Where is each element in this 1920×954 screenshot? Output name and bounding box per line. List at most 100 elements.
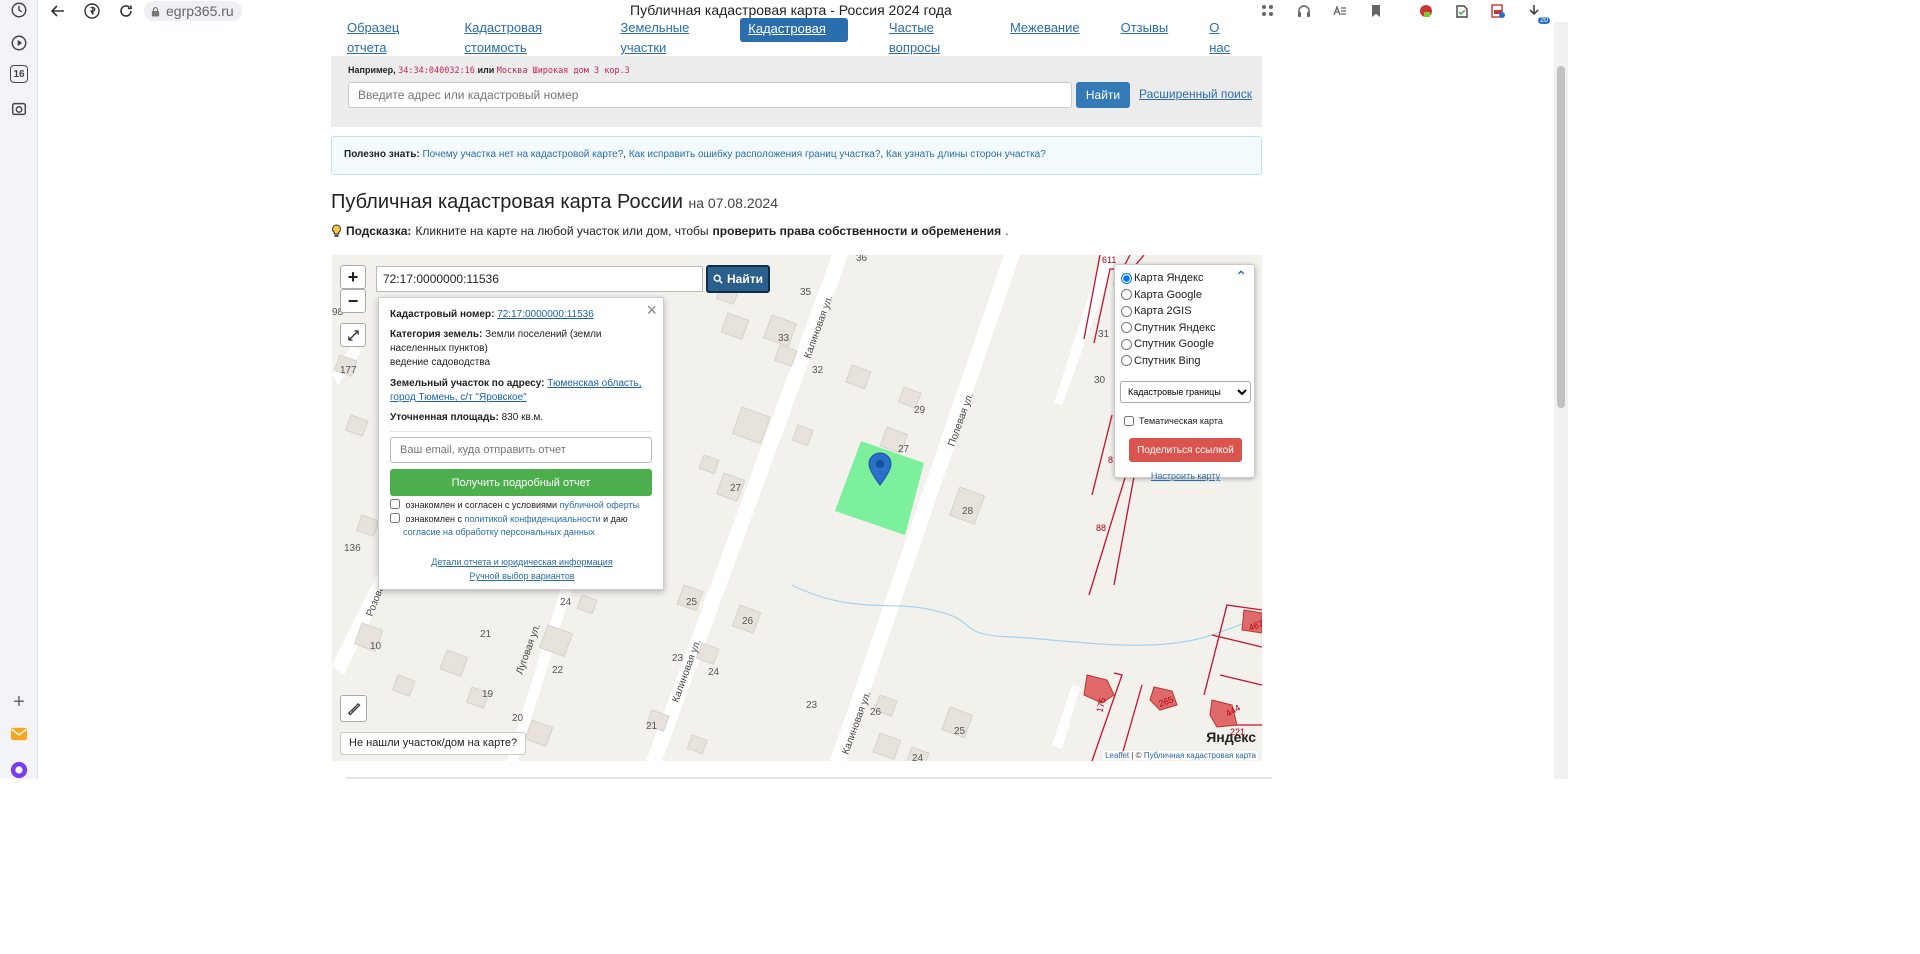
layer-option-5[interactable]: Спутник Bing (1121, 354, 1201, 368)
setup-map-link[interactable]: Настроить карту (1115, 471, 1256, 481)
house-number-label: 88 (1096, 523, 1106, 533)
house-number-label: 10 (370, 641, 382, 652)
map-search-button[interactable]: Найти (706, 265, 770, 293)
useful-link-1[interactable]: Почему участка нет на кадастровой карте? (422, 149, 623, 160)
area-label: Уточненная площадь: (390, 412, 499, 423)
cad-number-link[interactable]: 72:17:0000000:11536 (497, 309, 594, 320)
scrollbar-thumb[interactable] (1557, 66, 1565, 408)
house-number-label: 22 (552, 665, 564, 676)
mail-icon[interactable] (9, 724, 29, 744)
add-icon[interactable]: + (9, 691, 29, 713)
back-icon[interactable] (48, 1, 68, 21)
layer-option-2[interactable]: Карта 2GIS (1121, 304, 1192, 318)
zoom-out-button[interactable]: − (340, 289, 366, 313)
layer-radio-1[interactable] (1121, 289, 1132, 300)
privacy-checkbox[interactable] (390, 513, 400, 523)
house-number-label: 28 (962, 506, 974, 517)
useful-link-2[interactable]: Как исправить ошибку расположения границ… (629, 149, 881, 160)
camera-icon[interactable] (9, 99, 29, 119)
house-number-label: 30 (1094, 375, 1106, 386)
search-button[interactable]: Найти (1076, 82, 1130, 108)
useful-link-3[interactable]: Как узнать длины сторон участка? (886, 149, 1046, 160)
layer-option-4[interactable]: Спутник Google (1121, 337, 1214, 351)
house-number-label: 31 (1098, 329, 1110, 340)
parcel-info-popup: × Кадастровый номер: 72:17:0000000:11536… (378, 297, 664, 590)
zoom-in-button[interactable]: + (340, 265, 366, 289)
alice-icon[interactable] (9, 760, 29, 779)
ext-pdf-icon[interactable] (1488, 1, 1508, 21)
manual-select-link[interactable]: Ручной выбор вариантов (379, 571, 665, 581)
page-date: на 07.08.2024 (688, 195, 778, 211)
house-number-label: 35 (800, 287, 812, 298)
map-attribution: Leaflet | © Публичная кадастровая карта (1103, 751, 1258, 760)
land-category-label: Категория земель: (390, 329, 483, 340)
layer-label-3: Спутник Яндекс (1134, 321, 1216, 334)
nav-item-4[interactable]: Частые вопросы (889, 18, 969, 58)
personal-data-link[interactable]: согласие на обработку персональных данны… (403, 527, 595, 537)
overlay-select[interactable]: Кадастровые границы (1120, 381, 1251, 403)
offer-agree-row: ознакомлен и согласен с условиями публич… (390, 499, 652, 512)
layer-radio-5[interactable] (1121, 355, 1132, 366)
thematic-checkbox[interactable] (1124, 416, 1134, 426)
yandex-icon[interactable] (82, 1, 102, 21)
layer-radio-3[interactable] (1121, 322, 1132, 333)
nav-item-0[interactable]: Образец отчета (347, 18, 424, 58)
reader-icon[interactable] (1330, 1, 1350, 21)
pkk-link[interactable]: Публичная кадастровая карта (1144, 751, 1256, 760)
address-bar[interactable]: egrp365.ru (144, 1, 242, 21)
thematic-label: Тематическая карта (1139, 416, 1223, 426)
cad-number-label: Кадастровый номер: (390, 309, 495, 320)
not-found-button[interactable]: Не нашли участок/дом на карте? (340, 732, 527, 755)
headphones-icon[interactable] (1294, 1, 1314, 21)
ruler-icon[interactable] (340, 695, 367, 722)
thematic-map-toggle[interactable]: Тематическая карта (1124, 416, 1223, 426)
leaflet-link[interactable]: Leaflet (1105, 751, 1129, 760)
fullscreen-icon[interactable] (340, 323, 366, 347)
layer-radio-0[interactable] (1121, 272, 1132, 284)
email-input[interactable] (390, 437, 652, 463)
layer-option-3[interactable]: Спутник Яндекс (1121, 321, 1216, 335)
hint: Подсказка: Кликните на карте на любой уч… (331, 224, 1009, 238)
layer-label-4: Спутник Google (1134, 338, 1214, 350)
example-address: Москва Широкая дом 3 кор.3 (496, 66, 630, 76)
house-number-label: 25 (954, 726, 966, 737)
play-icon[interactable] (9, 33, 29, 53)
map-search-input[interactable] (376, 266, 703, 292)
nav-item-5[interactable]: Межевание (1010, 18, 1080, 38)
house-number-label: 24 (912, 753, 924, 761)
download-icon[interactable]: 20 (1524, 1, 1550, 24)
cadastral-map[interactable]: 36 35 33 32 31 30 29 27 27 28 177 136 98 24 25 26 21 22 23… (332, 255, 1262, 761)
nav-item-1[interactable]: Кадастровая стоимость (465, 18, 580, 58)
report-details-link[interactable]: Детали отчета и юридическая информация (379, 557, 665, 567)
bookmark-icon[interactable] (1366, 1, 1386, 21)
history-icon[interactable] (9, 0, 29, 20)
layer-radio-2[interactable] (1121, 305, 1132, 317)
hint-bold: проверить права собственности и обремене… (712, 224, 1002, 238)
offer-link[interactable]: публичной оферты (560, 500, 640, 510)
calendar-icon[interactable]: 16 (10, 65, 28, 83)
page-tab-title: Публичная кадастровая карта - Россия 202… (630, 2, 952, 18)
ext-red-icon[interactable] (1416, 1, 1436, 21)
nav-item-6[interactable]: Отзывы (1121, 18, 1169, 38)
advanced-search-link[interactable]: Расширенный поиск (1139, 87, 1252, 101)
street-label: Калиновая ул. (670, 638, 703, 704)
nav-item-2[interactable]: Земельные участки (620, 18, 715, 58)
share-link-button[interactable]: Поделиться ссылкой (1129, 438, 1242, 462)
ext-doc-icon[interactable] (1452, 1, 1472, 21)
layer-option-1[interactable]: Карта Google (1121, 288, 1202, 302)
chevron-up-icon[interactable]: ⌃ (1235, 268, 1247, 285)
land-category-row: Категория земель: Земли поселений (земли… (390, 328, 652, 370)
offer-checkbox[interactable] (390, 499, 400, 509)
page-scrollbar[interactable] (1554, 22, 1568, 779)
layer-option-0[interactable]: Карта Яндекс (1121, 271, 1203, 285)
reload-icon[interactable] (116, 1, 136, 21)
address-search-input[interactable] (348, 82, 1072, 108)
get-report-button[interactable]: Получить подробный отчет (390, 469, 652, 496)
privacy-link[interactable]: политикой конфиденциальности (465, 514, 601, 524)
layer-radio-4[interactable] (1121, 338, 1132, 350)
nav-item-3[interactable]: Кадастровая карта (740, 18, 848, 58)
browser-window: 16 + egrp365.ru Публичная кадастровая ка… (0, 0, 1568, 779)
download-badge: 20 (1538, 17, 1550, 24)
nav-item-7[interactable]: О нас (1209, 18, 1237, 58)
hint-label: Подсказка: (346, 224, 412, 238)
